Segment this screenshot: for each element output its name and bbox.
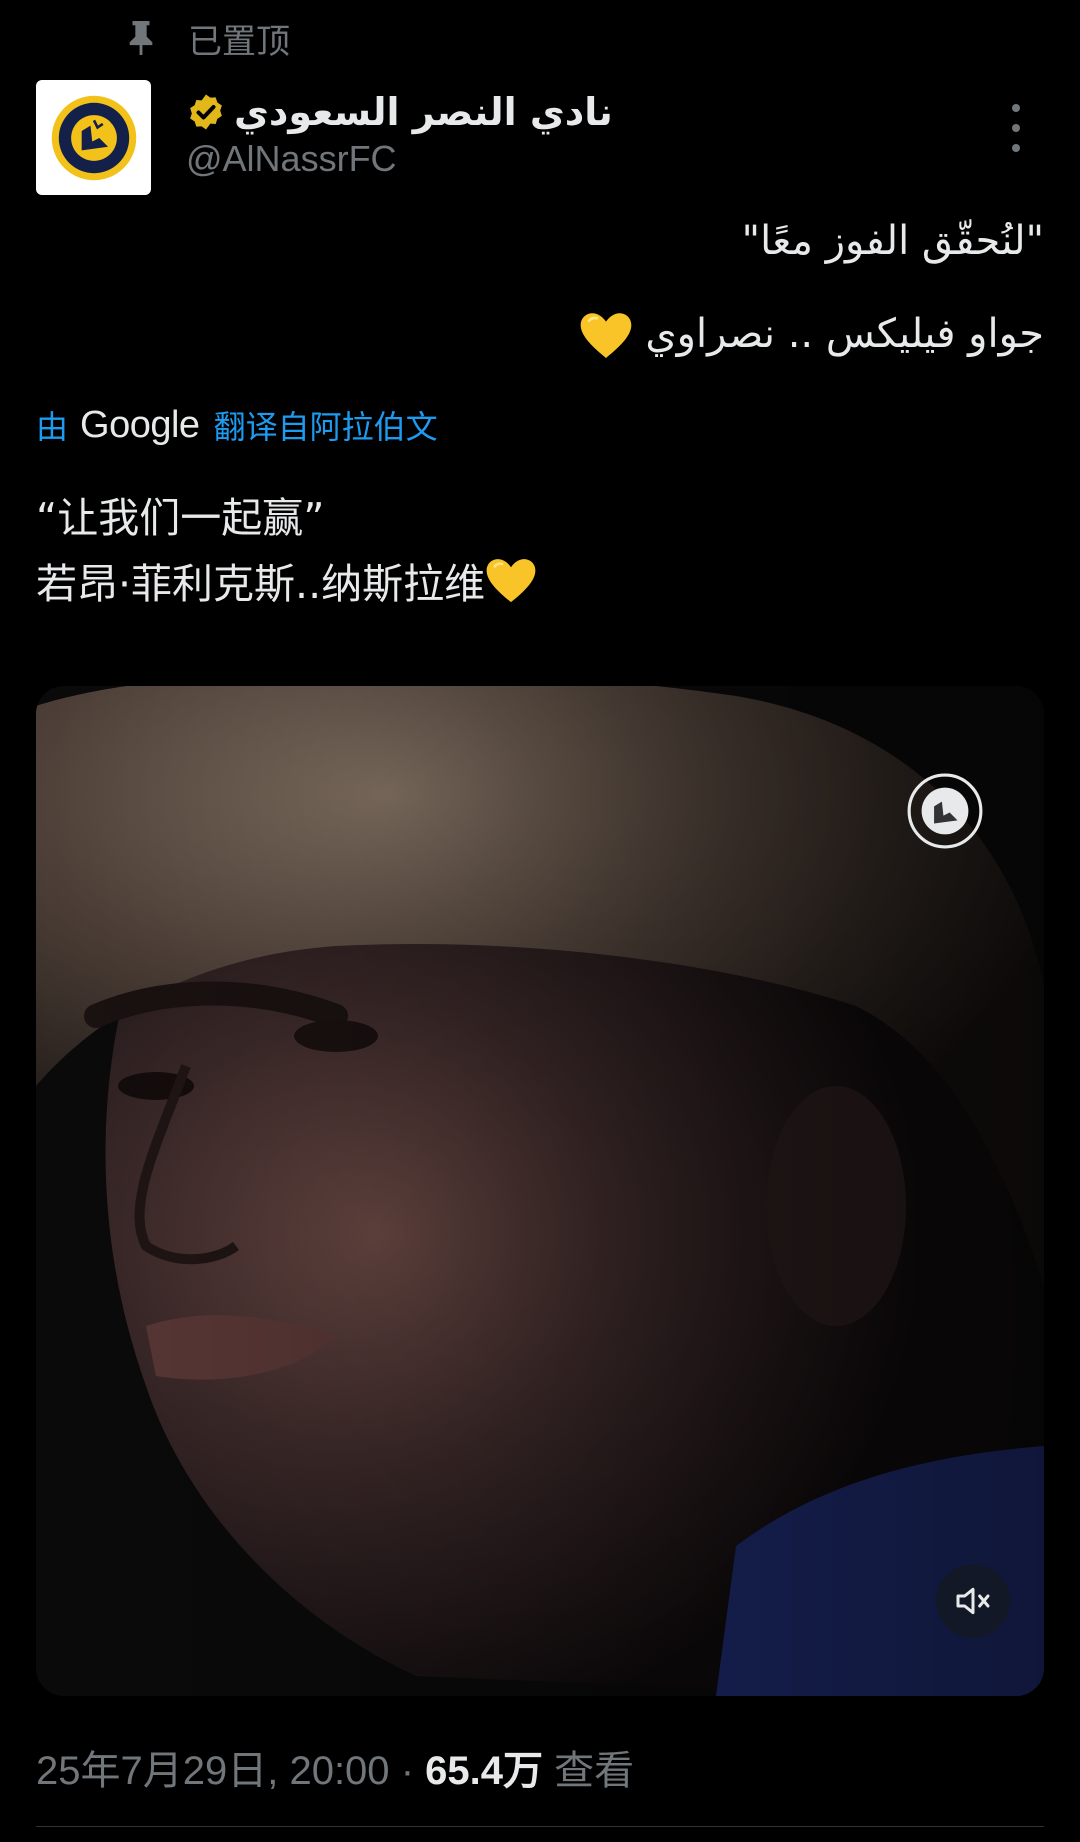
more-dot-icon: [1012, 124, 1020, 132]
club-watermark-logo: [907, 773, 983, 849]
tweet-meta: 25年7月29日, 20:00 · 65.4万 查看: [36, 1738, 634, 1796]
translated-by-google-link[interactable]: 由 Google 翻译自阿拉伯文: [36, 400, 438, 450]
tweet-original-line-2: جواو فيليكس .. نصراوي: [645, 311, 1044, 357]
more-dot-icon: [1012, 104, 1020, 112]
author-name-row[interactable]: نادي النصر السعودي: [186, 84, 613, 140]
more-dot-icon: [1012, 144, 1020, 152]
yellow-heart-icon: [580, 313, 631, 358]
verified-badge-icon: [190, 94, 222, 130]
author-handle[interactable]: @AlNassrFC: [186, 138, 397, 180]
pin-icon: [129, 21, 153, 55]
mute-toggle-button[interactable]: [936, 1564, 1010, 1638]
translation-prefix: 由: [36, 408, 69, 446]
views-label: 查看: [554, 1749, 635, 1793]
google-logo-text: Google: [80, 403, 200, 446]
more-options-button[interactable]: [996, 104, 1036, 152]
tweet-translated-line-2: 若昂·菲利克斯..纳斯拉维: [36, 560, 486, 608]
tweet-original-line-2-wrap: جواو فيليكس .. نصراوي: [579, 310, 1044, 362]
author-display-name: نادي النصر السعودي: [234, 90, 613, 134]
translation-suffix: 翻译自阿拉伯文: [213, 408, 438, 446]
pinned-indicator: 已置顶: [124, 10, 290, 66]
tweet-original-line-1: "لنُحقّق الفوز معًا": [741, 218, 1044, 264]
divider: [36, 1826, 1044, 1827]
club-logo: [51, 95, 136, 180]
speaker-muted-icon: [956, 1587, 990, 1615]
tweet-timestamp[interactable]: 25年7月29日, 20:00: [36, 1749, 390, 1793]
avatar[interactable]: [36, 80, 151, 195]
pinned-label: 已置顶: [188, 21, 290, 62]
tweet-translated-line-2-wrap: 若昂·菲利克斯..纳斯拉维: [36, 550, 537, 610]
tweet-translated-line-1: “让我们一起赢”: [36, 494, 325, 542]
video-frame-portrait: [36, 686, 1044, 1696]
views-count[interactable]: 65.4万: [425, 1749, 543, 1793]
tweet-video[interactable]: [36, 686, 1044, 1696]
meta-separator: ·: [400, 1749, 415, 1793]
yellow-heart-icon: [486, 559, 536, 603]
